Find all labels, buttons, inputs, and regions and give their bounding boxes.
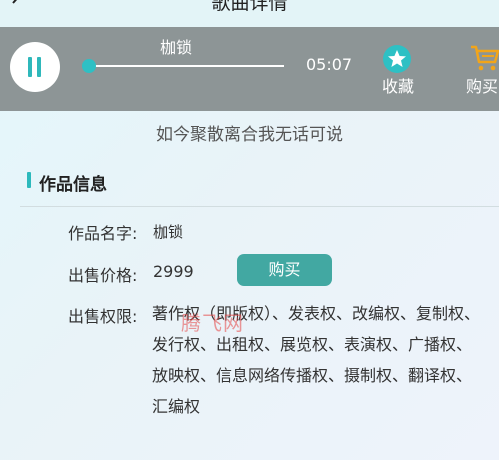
price-label: 出售价格:: [68, 266, 138, 285]
buy-button[interactable]: 购买: [237, 254, 332, 286]
section-divider: [20, 206, 499, 207]
progress-bar[interactable]: [90, 65, 284, 67]
current-lyric: 如今聚散离合我无话可说: [156, 125, 343, 145]
buy-top-label: 购买: [466, 77, 499, 96]
work-name-value: 枷锁: [153, 223, 184, 241]
rights-value: 著作权（即版权）、发表权、改编权、复制权、发行权、出租权、展览权、表演权、广播权…: [152, 304, 481, 416]
player-bar: 枷锁 05:07 收藏 购买: [0, 27, 499, 111]
cart-icon: [471, 45, 499, 71]
favorite-label: 收藏: [381, 77, 414, 96]
rights-label: 出售权限:: [68, 307, 138, 326]
buy-top-button[interactable]: 购买: [466, 44, 499, 96]
pause-button[interactable]: [10, 42, 60, 92]
top-nav-bar: 歌曲详情: [0, 0, 499, 27]
section-marker: [27, 172, 31, 188]
page-title: 歌曲详情: [211, 0, 288, 14]
section-title: 作品信息: [39, 175, 107, 195]
pause-icon: [28, 57, 41, 77]
favorite-button[interactable]: 收藏: [378, 44, 418, 96]
work-name-label: 作品名字:: [68, 224, 138, 243]
song-name: 枷锁: [159, 38, 192, 57]
song-detail-page: 歌曲详情 枷锁 05:07 收藏 购买 如今聚散离合我无话可说 作品信息 作品名…: [0, 0, 499, 460]
progress-knob[interactable]: [82, 59, 96, 73]
star-badge-icon: [383, 45, 411, 73]
price-value: 2999: [153, 262, 194, 281]
duration-text: 05:07: [306, 55, 353, 74]
